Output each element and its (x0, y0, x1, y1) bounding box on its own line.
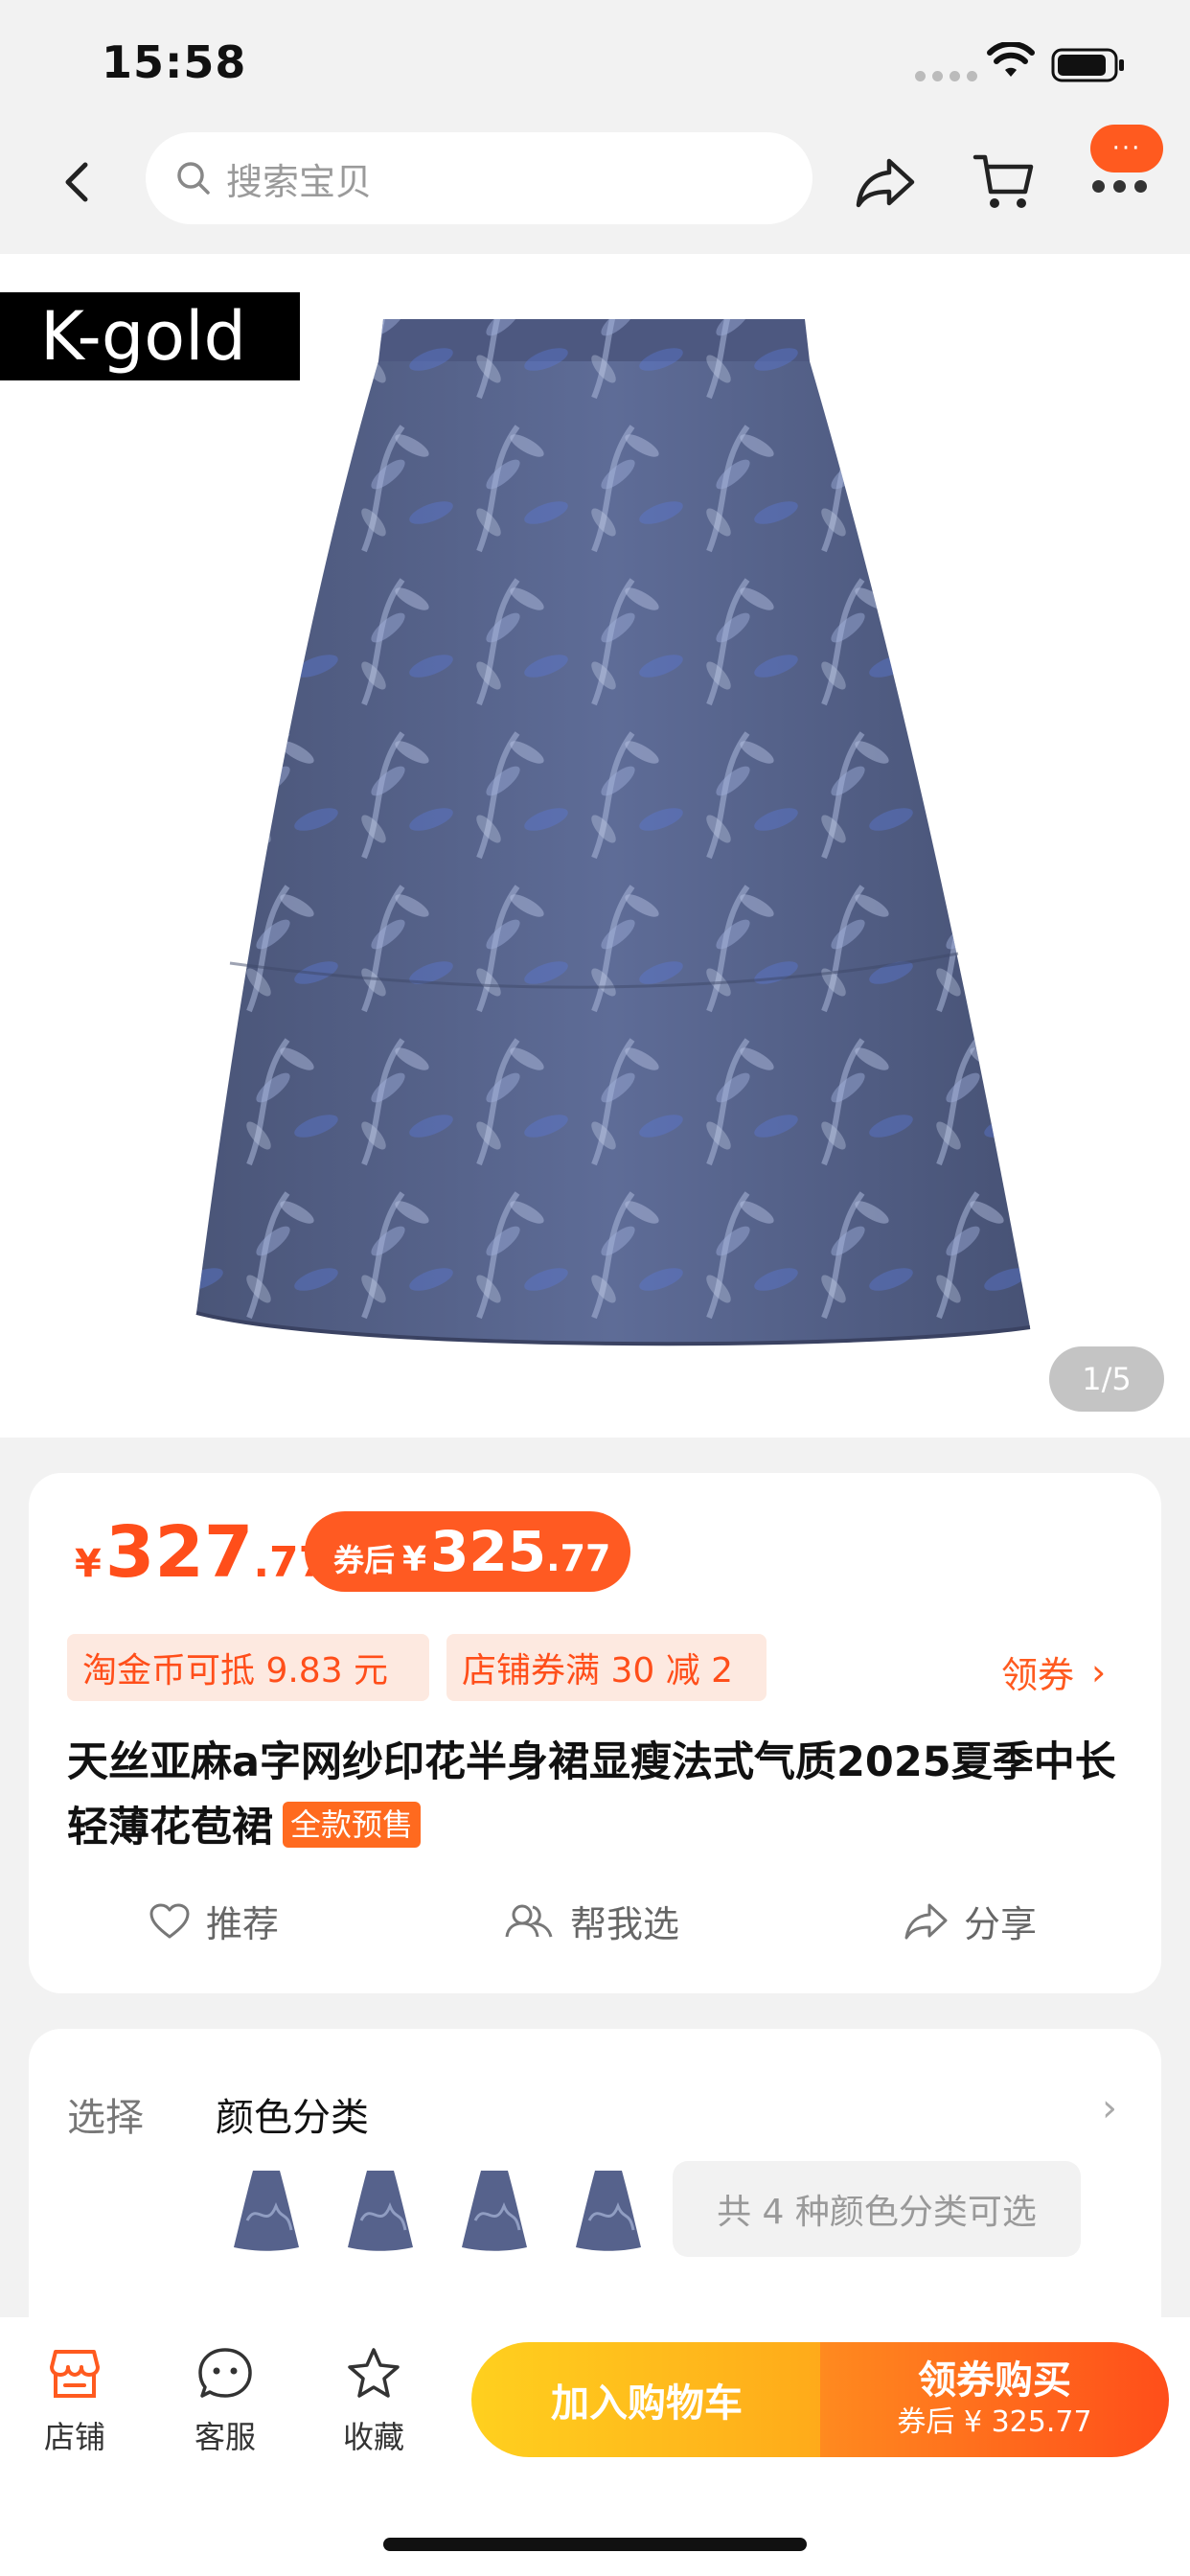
skirt-image (195, 319, 1031, 1346)
signal-icon (915, 71, 977, 81)
status-time: 15:58 (102, 36, 247, 88)
search-icon (177, 162, 210, 195)
image-page-indicator: 1/5 (1049, 1346, 1164, 1412)
search-placeholder: 搜索宝贝 (226, 160, 373, 203)
chat-face-icon (198, 2348, 252, 2398)
shop-coupon-tag[interactable]: 店铺券满 30 减 2 (446, 1634, 767, 1701)
brand-watermark: K-gold (0, 292, 300, 380)
color-count-button[interactable]: 共 4 种颜色分类可选 (673, 2161, 1081, 2257)
message-badge[interactable]: ··· (1090, 125, 1163, 172)
customer-service-button[interactable]: 客服 (172, 2346, 278, 2457)
color-thumbnail[interactable] (342, 2163, 419, 2255)
coin-discount-tag[interactable]: 淘金币可抵 9.83 元 (67, 1634, 429, 1701)
add-to-cart-button[interactable]: 加入购物车 (471, 2342, 822, 2457)
color-thumbnail[interactable] (456, 2163, 533, 2255)
share-icon (904, 1903, 948, 1939)
home-indicator (383, 2538, 807, 2551)
cart-icon[interactable] (972, 150, 1035, 213)
shop-icon (50, 2350, 100, 2398)
more-icon[interactable] (1092, 180, 1147, 193)
action-row: 推荐 帮我选 分享 (29, 1895, 1161, 1971)
price: ¥ 327 .77 (75, 1511, 329, 1594)
color-category-title: 颜色分类 (216, 2096, 369, 2140)
share-icon[interactable] (853, 153, 918, 211)
search-input[interactable]: 搜索宝贝 (146, 132, 812, 224)
price-card: ¥ 327 .77 券后 ¥ 325 .77 淘金币可抵 9.83 元 店铺券满… (29, 1473, 1161, 1993)
nav-bar: 搜索宝贝 ··· (0, 125, 1190, 254)
coupon-buy-button[interactable]: 领券购买 券后 ¥ 325.77 (820, 2342, 1169, 2457)
bottom-action-bar: 店铺 客服 收藏 加入购物车 领券购买 券后 ¥ 325.77 (0, 2317, 1190, 2576)
back-arrow-icon[interactable] (53, 153, 101, 211)
battery-icon (1051, 48, 1124, 82)
presale-badge: 全款预售 (283, 1802, 422, 1848)
coupon-price-badge: 券后 ¥ 325 .77 (305, 1511, 630, 1592)
product-image-carousel[interactable]: K-gold 1/5 (0, 254, 1190, 1438)
chevron-right-icon: › (1102, 2086, 1117, 2130)
color-thumbnail[interactable] (228, 2163, 305, 2255)
share-button[interactable]: 分享 (903, 1895, 1037, 1947)
shop-button[interactable]: 店铺 (22, 2346, 127, 2457)
product-title: 天丝亚麻a字网纱印花半身裙显瘦法式气质2025夏季中长轻薄花苞裙 全款预售 (67, 1738, 1116, 1852)
heart-icon (149, 1903, 190, 1938)
sku-select-card[interactable]: 选择 颜色分类 › 共 4 种颜色分类可选 (29, 2029, 1161, 2326)
get-coupon-link[interactable]: 领券 › (1001, 1645, 1106, 1698)
favorite-button[interactable]: 收藏 (321, 2346, 426, 2457)
help-choose-button[interactable]: 帮我选 (503, 1895, 679, 1947)
wifi-icon (987, 42, 1035, 77)
select-label: 选择 (67, 2096, 144, 2140)
recommend-button[interactable]: 推荐 (149, 1895, 279, 1947)
color-thumbnail[interactable] (570, 2163, 647, 2255)
users-icon (505, 1904, 553, 1937)
status-bar: 15:58 (0, 0, 1190, 125)
chevron-right-icon: › (1091, 1650, 1107, 1693)
star-icon (348, 2348, 400, 2398)
